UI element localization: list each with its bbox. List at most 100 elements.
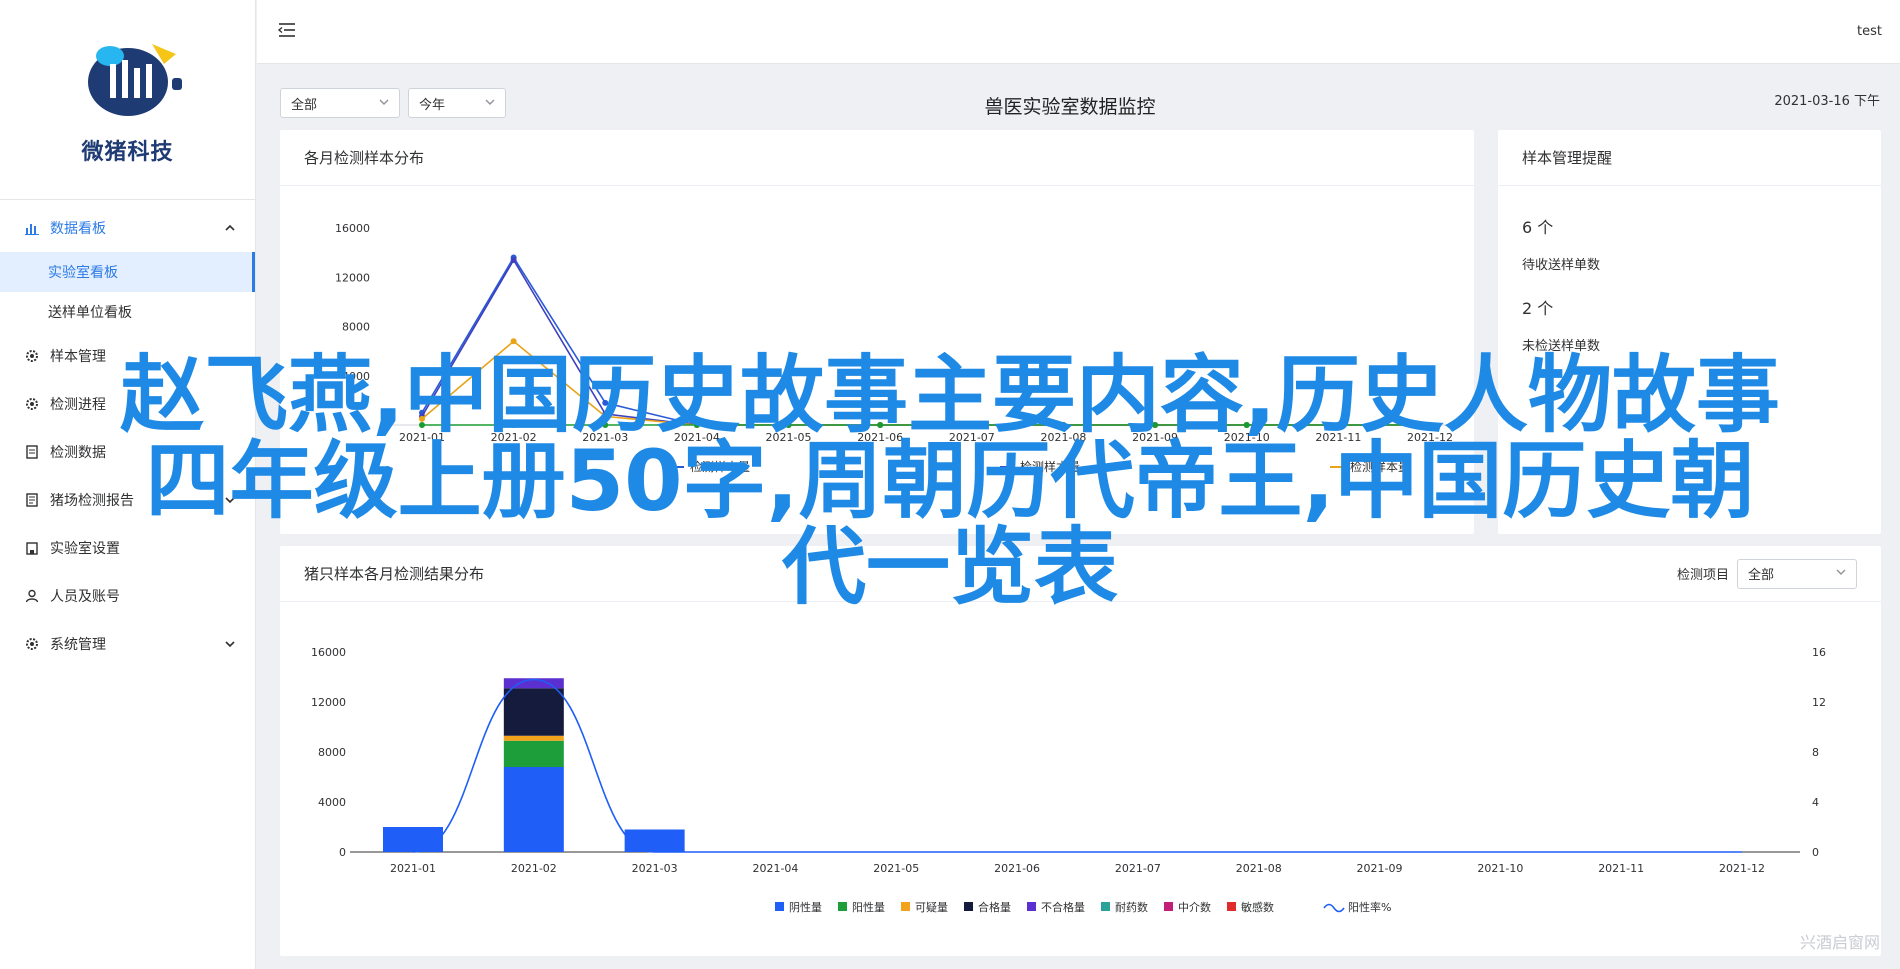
- rate-line: [412, 678, 1742, 853]
- watermark: 兴酒启窗网: [1799, 933, 1880, 952]
- sample-reminder-panel: 样本管理提醒 6 个 待收送样单数 2 个 未检送样单数: [1498, 130, 1881, 534]
- sidebar-item-label: 实验室设置: [50, 541, 120, 557]
- menu-toggle-icon[interactable]: [277, 22, 297, 42]
- chevron-down-icon: [225, 637, 235, 653]
- x-tick-label: 2021-05: [873, 862, 919, 875]
- user-icon: [24, 588, 40, 604]
- x-tick-label: 2021-11: [1315, 431, 1361, 444]
- y2-tick-label: 0: [1812, 846, 1819, 859]
- y-tick-label: 0: [339, 846, 346, 859]
- filter-label: 检测项目: [1676, 568, 1729, 583]
- legend-label: 检测样本量: [690, 459, 750, 474]
- legend-label: 中介数: [1178, 901, 1211, 914]
- results-bar-chart: 0 4000 8000 12000 16000 0 4 8 12 16 2021-01 2021-02…: [311, 646, 1826, 914]
- pending-label: 待收送样单数: [1522, 258, 1601, 273]
- series-line: [421, 258, 1430, 426]
- panel-title: 各月检测样本分布: [280, 130, 1474, 186]
- test-item-select[interactable]: 全部: [1737, 558, 1857, 589]
- data-point: [602, 422, 609, 428]
- page-title: 兽医实验室数据监控: [984, 96, 1156, 118]
- data-point: [1243, 422, 1250, 428]
- x-tick-label: 2021-07: [949, 431, 995, 444]
- sidebar-item-detection-progress[interactable]: 检测进程: [0, 380, 255, 428]
- y-tick-label: 8000: [342, 321, 370, 334]
- y-tick-label: 16000: [311, 646, 346, 659]
- x-tick-label: 2021-06: [994, 862, 1040, 875]
- sidebar-item-detection-data[interactable]: 检测数据: [0, 428, 255, 476]
- x-tick-label: 2021-08: [1236, 862, 1282, 875]
- user-name[interactable]: test: [1857, 24, 1882, 39]
- x-tick-label: 2021-12: [1407, 431, 1453, 444]
- chart-icon: [24, 220, 40, 236]
- data-point: [419, 422, 425, 428]
- x-tick-label: 2021-05: [766, 431, 812, 444]
- x-tick-label: 2021-03: [632, 862, 678, 875]
- chevron-down-icon: [1836, 566, 1846, 581]
- results-distribution-panel: 猪只样本各月检测结果分布 检测项目 全部 0 4000 8000 12000 16000…: [280, 546, 1881, 956]
- y-tick-label: 12000: [335, 271, 370, 284]
- building-icon: [24, 540, 40, 556]
- sidebar-item-label: 人员及账号: [50, 589, 120, 605]
- y2-tick-label: 12: [1812, 696, 1826, 709]
- x-tick-label: 2021-09: [1132, 431, 1178, 444]
- y-tick-label: 4000: [342, 370, 370, 383]
- legend-label: 阳性量: [852, 900, 885, 914]
- legend-label: 合格量: [978, 900, 1011, 914]
- sidebar-item-sample-management[interactable]: 样本管理: [0, 332, 255, 380]
- legend-label: 可疑量: [915, 901, 948, 914]
- bar-segment: [624, 829, 685, 852]
- unreviewed-label: 未检送样单数: [1522, 339, 1601, 354]
- gear-icon: [24, 396, 40, 412]
- bar-segment: [503, 740, 564, 767]
- legend-swatch: [964, 902, 973, 911]
- legend-swatch: [1027, 902, 1036, 911]
- data-point: [419, 415, 425, 422]
- chevron-up-icon: [225, 221, 235, 237]
- legend-swatch: [1227, 902, 1236, 911]
- topbar: test: [257, 0, 1900, 64]
- series-line: [421, 340, 1430, 426]
- x-tick-label: 2021-12: [1719, 862, 1765, 875]
- legend-label: 阴性量: [789, 900, 822, 914]
- pending-count: 6 个: [1522, 218, 1554, 237]
- sidebar-item-label: 系统管理: [50, 637, 106, 653]
- y2-tick-label: 16: [1812, 646, 1826, 659]
- monthly-distribution-panel: 各月检测样本分布 4000 8000 12000 16000 2021-01 2021-0…: [280, 130, 1474, 534]
- bar-segment: [383, 827, 443, 852]
- panel-title: 样本管理提醒: [1498, 130, 1881, 186]
- legend-swatch: [1164, 902, 1173, 911]
- data-point: [602, 399, 609, 406]
- data-point: [785, 422, 792, 428]
- x-tick-label: 2021-10: [1224, 431, 1270, 444]
- sidebar-item-dashboard[interactable]: 数据看板: [0, 204, 255, 252]
- document-icon: [24, 444, 40, 460]
- x-tick-label: 2021-02: [511, 862, 557, 875]
- legend-swatch: [1101, 902, 1110, 911]
- x-tick-label: 2021-10: [1477, 862, 1523, 875]
- sidebar-item-sender-dashboard[interactable]: 送样单位看板: [0, 292, 255, 332]
- sidebar-item-lab-dashboard[interactable]: 实验室看板: [0, 252, 255, 292]
- current-date: 2021-03-16 下午: [1774, 94, 1880, 109]
- gear-icon: [24, 348, 40, 364]
- panel-header: 猪只样本各月检测结果分布 检测项目 全部: [280, 546, 1881, 602]
- sidebar-item-farm-report[interactable]: 猪场检测报告: [0, 476, 255, 524]
- test-item-filter: 检测项目 全部: [1676, 558, 1857, 589]
- x-tick-label: 2021-06: [857, 431, 903, 444]
- y2-tick-label: 8: [1812, 746, 1819, 759]
- legend-swatch: [1323, 903, 1345, 913]
- data-point: [968, 422, 975, 428]
- sidebar-item-label: 样本管理: [50, 349, 106, 365]
- sidebar-item-users-accounts[interactable]: 人员及账号: [0, 572, 255, 620]
- test-item-select-value: 全部: [1748, 568, 1775, 583]
- sidebar-item-system-management[interactable]: 系统管理: [0, 620, 255, 668]
- x-tick-label: 2021-03: [582, 431, 628, 444]
- x-tick-label: 2021-08: [1040, 431, 1086, 444]
- x-tick-label: 2021-04: [752, 862, 798, 875]
- sidebar: 微猪科技 数据看板 实验室看板 送样单位看板 样本管理 检测进程 检测数据 猪场…: [0, 0, 256, 969]
- y-tick-label: 16000: [335, 222, 370, 235]
- x-tick-label: 2021-02: [491, 431, 537, 444]
- legend-label: 检测样本量: [1020, 459, 1080, 474]
- data-point: [1335, 422, 1342, 428]
- sidebar-item-lab-settings[interactable]: 实验室设置: [0, 524, 255, 572]
- legend-label: 耐药数: [1115, 901, 1148, 914]
